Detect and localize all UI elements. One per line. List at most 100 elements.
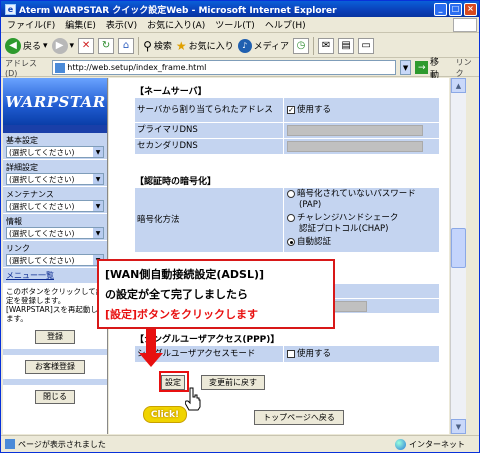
chap-radio[interactable] bbox=[287, 213, 295, 222]
refresh-icon[interactable]: ↻ bbox=[98, 37, 115, 54]
assigned-address-checkbox[interactable]: ✓ bbox=[287, 106, 295, 114]
pap-radio[interactable] bbox=[287, 189, 295, 198]
dns-section-heading: 【ネームサーバ】 bbox=[135, 87, 207, 97]
toolbar: ◀ 戻る ▾ ▶ ▾ ✕ ↻ ⌂ ⚲ 検索 ★ お気に入り ♪ メディア ◷ ✉… bbox=[1, 34, 479, 58]
top-page-button[interactable]: トップページへ戻る bbox=[254, 410, 344, 425]
address-bar: アドレス(D) http://web.setup/index_frame.htm… bbox=[1, 57, 479, 81]
secondary-dns-field[interactable] bbox=[287, 141, 423, 152]
chevron-down-icon: ▾ bbox=[43, 40, 48, 51]
close-button[interactable]: × bbox=[464, 2, 477, 16]
table-row: 暗号化方法 暗号化されていないパスワード (PAP) チャレンジハンドシェーク … bbox=[135, 188, 439, 253]
sidebar-group-basic: 基本設定 (選択してください) ▼ bbox=[3, 133, 107, 160]
menu-view[interactable]: 表示(V) bbox=[106, 18, 137, 31]
primary-dns-field[interactable] bbox=[287, 125, 423, 136]
scroll-thumb[interactable] bbox=[451, 228, 466, 268]
edit-icon[interactable]: ▭ bbox=[358, 37, 375, 54]
links-select[interactable]: (選択してください) ▼ bbox=[6, 254, 104, 266]
address-input[interactable]: http://web.setup/index_frame.html bbox=[52, 60, 396, 75]
home-icon[interactable]: ⌂ bbox=[118, 37, 135, 54]
single-user-heading: 【シングルユーザアクセス(PPP)】 bbox=[135, 335, 280, 345]
scroll-down-icon[interactable]: ▼ bbox=[451, 419, 466, 434]
row-label: セカンダリDNS bbox=[135, 139, 283, 154]
menu-file[interactable]: ファイル(F) bbox=[7, 18, 55, 31]
select-value: (選択してください) bbox=[9, 255, 75, 265]
row-label: サーバから割り当てられたアドレス bbox=[135, 98, 283, 122]
address-label: アドレス(D) bbox=[5, 58, 37, 78]
maintenance-select[interactable]: (選択してください) ▼ bbox=[6, 200, 104, 212]
basic-settings-select[interactable]: (選択してください) ▼ bbox=[6, 146, 104, 158]
sidebar-divider bbox=[3, 349, 107, 355]
single-user-checkbox[interactable] bbox=[287, 350, 295, 358]
media-button[interactable]: ♪ メディア bbox=[237, 38, 289, 53]
chevron-down-icon: ▼ bbox=[93, 201, 103, 211]
row-value: ✓ 使用する bbox=[283, 98, 439, 122]
auto-radio[interactable] bbox=[287, 237, 295, 246]
menu-edit[interactable]: 編集(E) bbox=[65, 18, 96, 31]
scroll-up-icon[interactable]: ▲ bbox=[451, 78, 466, 93]
favorites-label: お気に入り bbox=[188, 42, 234, 52]
ie-icon: e bbox=[5, 3, 16, 15]
option-label: チャレンジハンドシェーク bbox=[297, 213, 399, 223]
menu-help[interactable]: ヘルプ(H) bbox=[265, 18, 306, 31]
status-zone: インターネット bbox=[395, 438, 479, 450]
stop-icon[interactable]: ✕ bbox=[78, 37, 95, 54]
auth-option-auto[interactable]: 自動認証 bbox=[287, 237, 436, 251]
row-label: プライマリDNS bbox=[135, 123, 283, 138]
dns-table: サーバから割り当てられたアドレス ✓ 使用する プライマリDNS セカンダリDN… bbox=[135, 98, 439, 155]
sidebar-group-maintenance: メンテナンス (選択してください) ▼ bbox=[3, 187, 107, 214]
star-icon: ★ bbox=[175, 38, 187, 53]
chevron-down-icon: ▼ bbox=[93, 228, 103, 238]
auth-option-pap[interactable]: 暗号化されていないパスワード (PAP) bbox=[287, 189, 436, 211]
row-value: 使用する bbox=[283, 346, 439, 362]
hand-pointer-icon bbox=[185, 387, 201, 411]
auth-section-heading: 【認証時の暗号化】 bbox=[135, 177, 217, 187]
windows-logo-icon bbox=[453, 18, 477, 32]
table-row: サーバから割り当てられたアドレス ✓ 使用する bbox=[135, 98, 439, 123]
vertical-scrollbar[interactable]: ▲ ▼ bbox=[450, 78, 466, 434]
checkbox-label: 使用する bbox=[297, 348, 332, 359]
address-dropdown-icon[interactable]: ▼ bbox=[399, 60, 412, 75]
checkbox-label: 使用する bbox=[297, 104, 332, 115]
sidebar-group-label: 情報 bbox=[6, 217, 22, 226]
info-select[interactable]: (選択してください) ▼ bbox=[6, 227, 104, 239]
status-bar: ページが表示されました インターネット bbox=[1, 435, 479, 452]
go-button[interactable]: → 移動 bbox=[415, 55, 447, 81]
toolbar-separator bbox=[138, 36, 140, 55]
select-value: (選択してください) bbox=[9, 228, 75, 238]
close-page-button[interactable]: 閉じる bbox=[35, 390, 75, 404]
sidebar-group-label: リンク bbox=[6, 244, 30, 253]
menu-list-link[interactable]: メニュー一覧 bbox=[3, 268, 107, 283]
forward-button[interactable]: ▶ ▾ bbox=[51, 37, 74, 54]
sidebar-band bbox=[3, 125, 107, 133]
callout-line-1: [WAN側自動接続設定(ADSL)] bbox=[105, 268, 265, 281]
sidebar-divider bbox=[3, 379, 107, 385]
register-note: このボタンをクリックして設定を登録します。[WARPSTAR]スを再起動します。 bbox=[6, 287, 104, 323]
sidebar-group-label: 基本設定 bbox=[6, 136, 38, 145]
search-button[interactable]: ⚲ 検索 bbox=[143, 39, 172, 53]
advanced-settings-select[interactable]: (選択してください) ▼ bbox=[6, 173, 104, 185]
toolbar-separator bbox=[313, 36, 315, 55]
select-value: (選択してください) bbox=[9, 147, 75, 157]
row-value bbox=[283, 123, 439, 138]
favorites-button[interactable]: ★ お気に入り bbox=[176, 39, 234, 53]
history-icon[interactable]: ◷ bbox=[293, 37, 310, 54]
minimize-button[interactable]: _ bbox=[434, 2, 447, 16]
back-button[interactable]: ◀ 戻る ▾ bbox=[5, 37, 48, 54]
print-icon[interactable]: ▤ bbox=[338, 37, 355, 54]
revert-button[interactable]: 変更前に戻す bbox=[201, 375, 265, 390]
forward-arrow-icon: ▶ bbox=[51, 37, 68, 54]
menu-tools[interactable]: ツール(T) bbox=[215, 18, 255, 31]
register-button[interactable]: 登録 bbox=[35, 330, 75, 344]
address-url: http://web.setup/index_frame.html bbox=[67, 63, 207, 72]
maximize-button[interactable]: □ bbox=[449, 2, 462, 16]
menu-favorites[interactable]: お気に入り(A) bbox=[147, 18, 205, 31]
customer-register-button[interactable]: お客様登録 bbox=[25, 360, 85, 374]
window-title: Aterm WARPSTAR クイック設定Web - Microsoft Int… bbox=[19, 5, 337, 16]
status-left: ページが表示されました bbox=[5, 439, 395, 450]
sidebar-group-advanced: 詳細設定 (選択してください) ▼ bbox=[3, 160, 107, 187]
auth-option-chap[interactable]: チャレンジハンドシェーク 認証プロトコル(CHAP) bbox=[287, 213, 436, 235]
menu-bar: ファイル(F) 編集(E) 表示(V) お気に入り(A) ツール(T) ヘルプ(… bbox=[1, 17, 479, 33]
links-label[interactable]: リンク bbox=[456, 57, 479, 79]
mail-icon[interactable]: ✉ bbox=[318, 37, 335, 54]
sidebar-group-links: リンク (選択してください) ▼ bbox=[3, 241, 107, 268]
